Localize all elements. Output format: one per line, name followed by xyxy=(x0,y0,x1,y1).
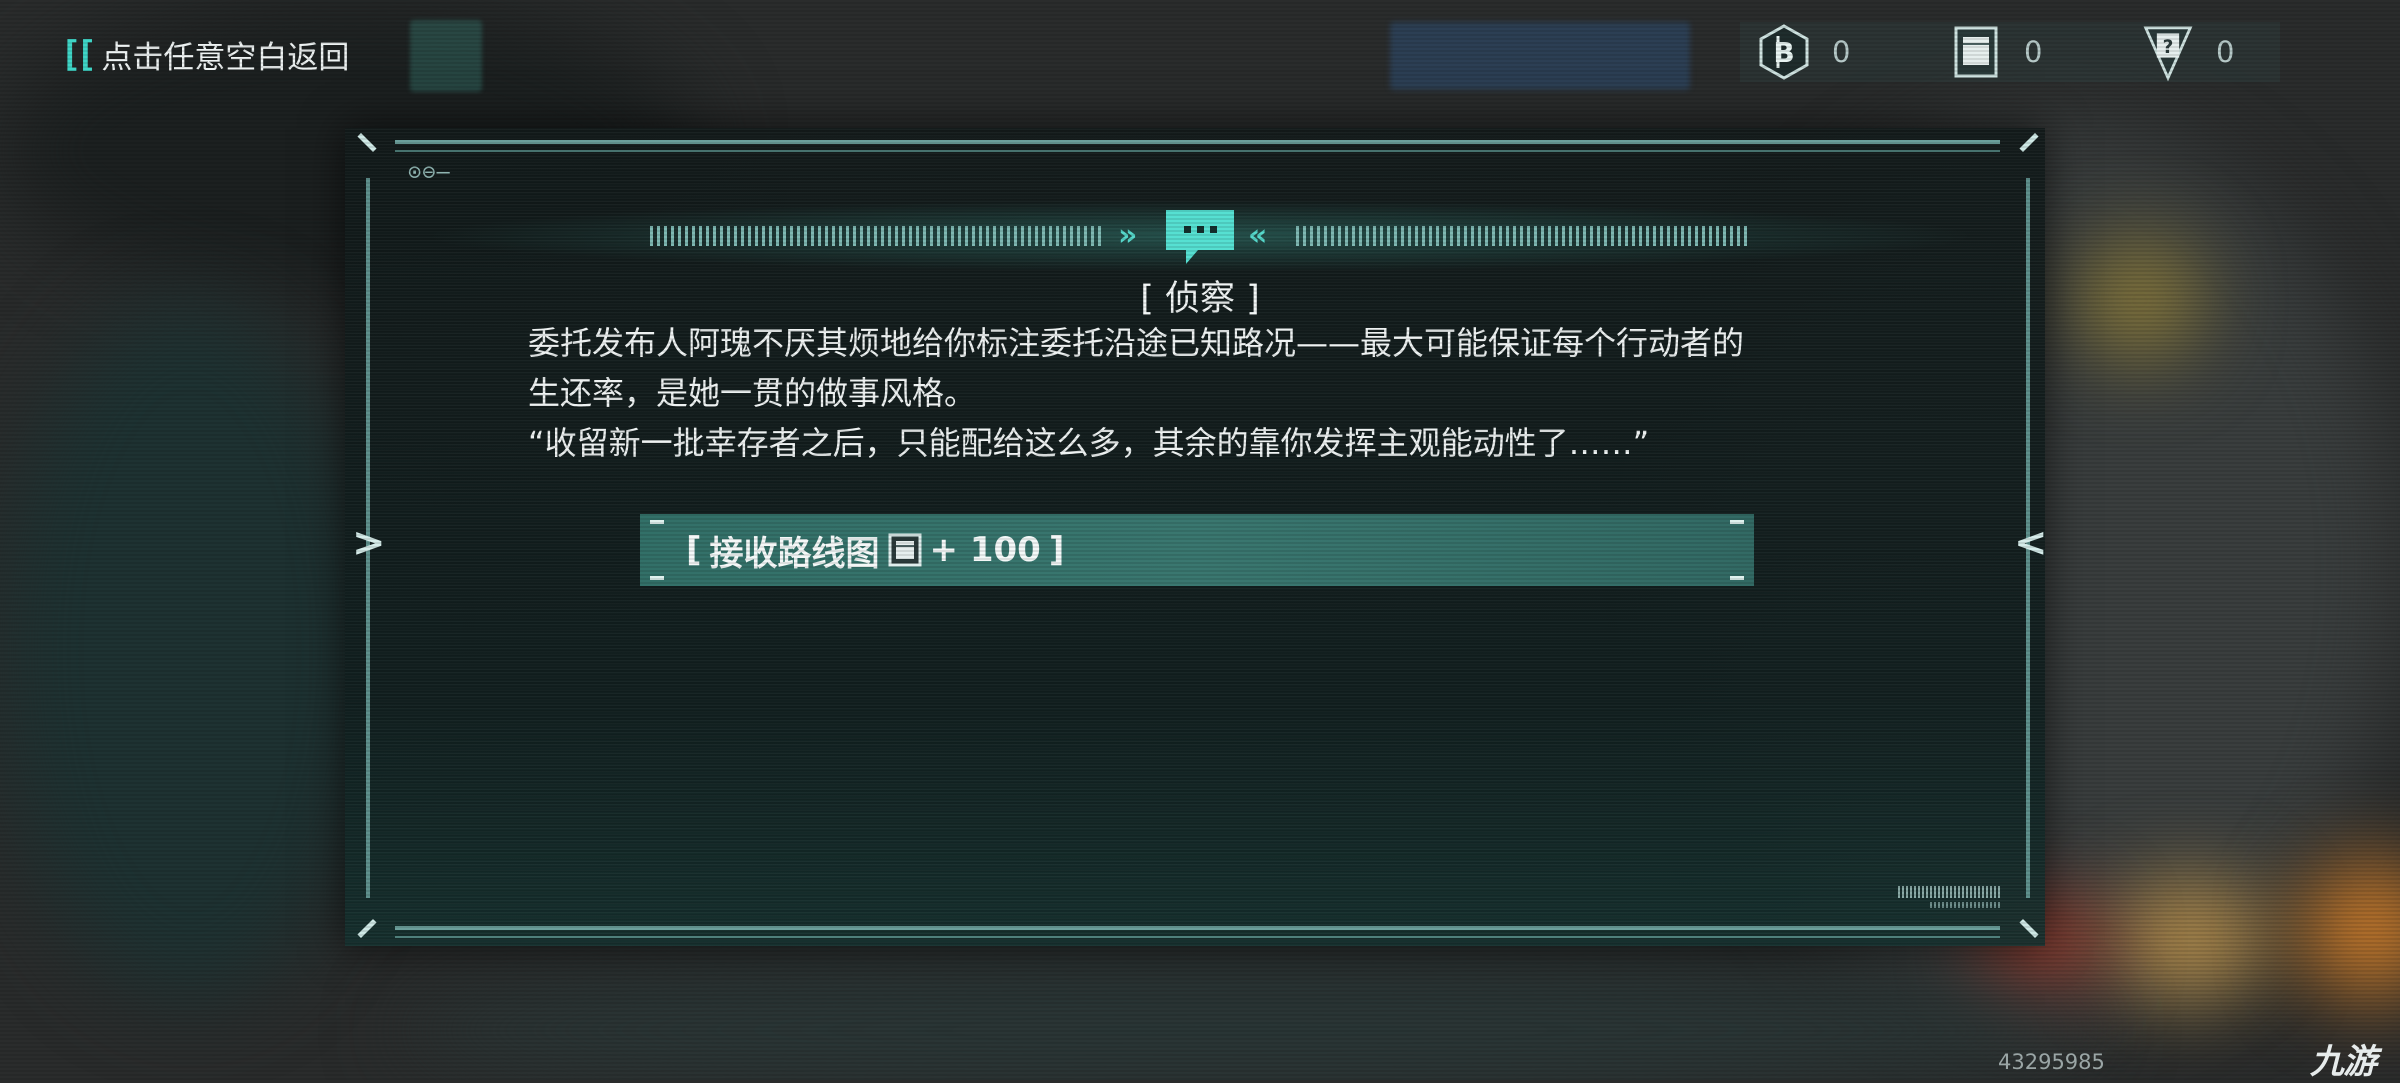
double-chevron-left-icon: « xyxy=(1248,218,1268,253)
option-amount: + 100 xyxy=(929,530,1041,570)
header-stripes-left xyxy=(650,226,1105,246)
map-card-count: 0 xyxy=(2024,35,2043,69)
currency-map-card: 0 xyxy=(1950,22,2042,82)
header-stripes-right xyxy=(1296,226,1751,246)
description-line: “收留新一批幸存者之后，只能配给这么多，其余的靠你发挥主观能动性了……” xyxy=(528,424,1650,462)
option-corner xyxy=(1730,576,1744,580)
frame-top-inner-line xyxy=(395,150,2000,152)
currency-b-coin: B 0 xyxy=(1758,22,1850,82)
accept-route-map-option[interactable]: [ 接收路线图 + 100 ] xyxy=(640,514,1754,586)
description-line: 生还率，是她一贯的做事风格。 xyxy=(528,374,977,412)
option-corner xyxy=(1730,520,1744,524)
corner-dots-mark: ⊙⊖— xyxy=(408,160,451,185)
option-corner xyxy=(650,576,664,580)
option-close-bracket: ] xyxy=(1048,530,1065,570)
b-coin-count: 0 xyxy=(1832,35,1851,69)
frame-bottom-line xyxy=(395,926,2000,930)
option-open-bracket: [ xyxy=(686,530,702,570)
frame-bottom-inner-line xyxy=(395,936,2000,938)
barcode-decoration xyxy=(1898,886,2000,898)
double-bracket-icon: [[ xyxy=(60,33,97,75)
left-arrow-marker: > xyxy=(352,520,386,566)
blurred-menu-button xyxy=(410,20,482,92)
event-description: 委托发布人阿瑰不厌其烦地给你标注委托沿途已知路况——最大可能保证每个行动者的 生… xyxy=(528,318,1908,468)
right-arrow-marker: < xyxy=(2014,520,2048,566)
blurred-action-button xyxy=(1390,22,1690,90)
question-card-count: 0 xyxy=(2216,35,2235,69)
svg-text:?: ? xyxy=(2163,37,2174,58)
b-coin-icon: B xyxy=(1758,24,1810,80)
currency-question-card: ? 0 xyxy=(2142,22,2234,82)
double-chevron-right-icon: » xyxy=(1118,218,1138,253)
question-card-icon: ? xyxy=(2142,24,2194,82)
watermark-logo: 九游 xyxy=(2310,1042,2377,1082)
return-hint-label: 点击任意空白返回 xyxy=(101,39,350,76)
option-text: 接收路线图 xyxy=(709,533,880,574)
frame-top-line xyxy=(395,140,2000,144)
map-card-icon xyxy=(1950,24,2002,80)
barcode-decoration xyxy=(1930,902,2000,908)
tap-blank-to-return[interactable]: [[ 点击任意空白返回 xyxy=(60,30,349,78)
player-uid: 43295985 xyxy=(1998,1050,2105,1074)
option-corner xyxy=(650,520,664,524)
description-line: 委托发布人阿瑰不厌其烦地给你标注委托沿途已知路况——最大可能保证每个行动者的 xyxy=(528,324,1745,362)
map-card-icon xyxy=(888,533,922,567)
speech-bubble-icon xyxy=(1164,208,1236,266)
option-label: [ 接收路线图 + 100 ] xyxy=(686,526,1064,575)
event-title: [ 侦察 ] xyxy=(1140,279,1260,319)
